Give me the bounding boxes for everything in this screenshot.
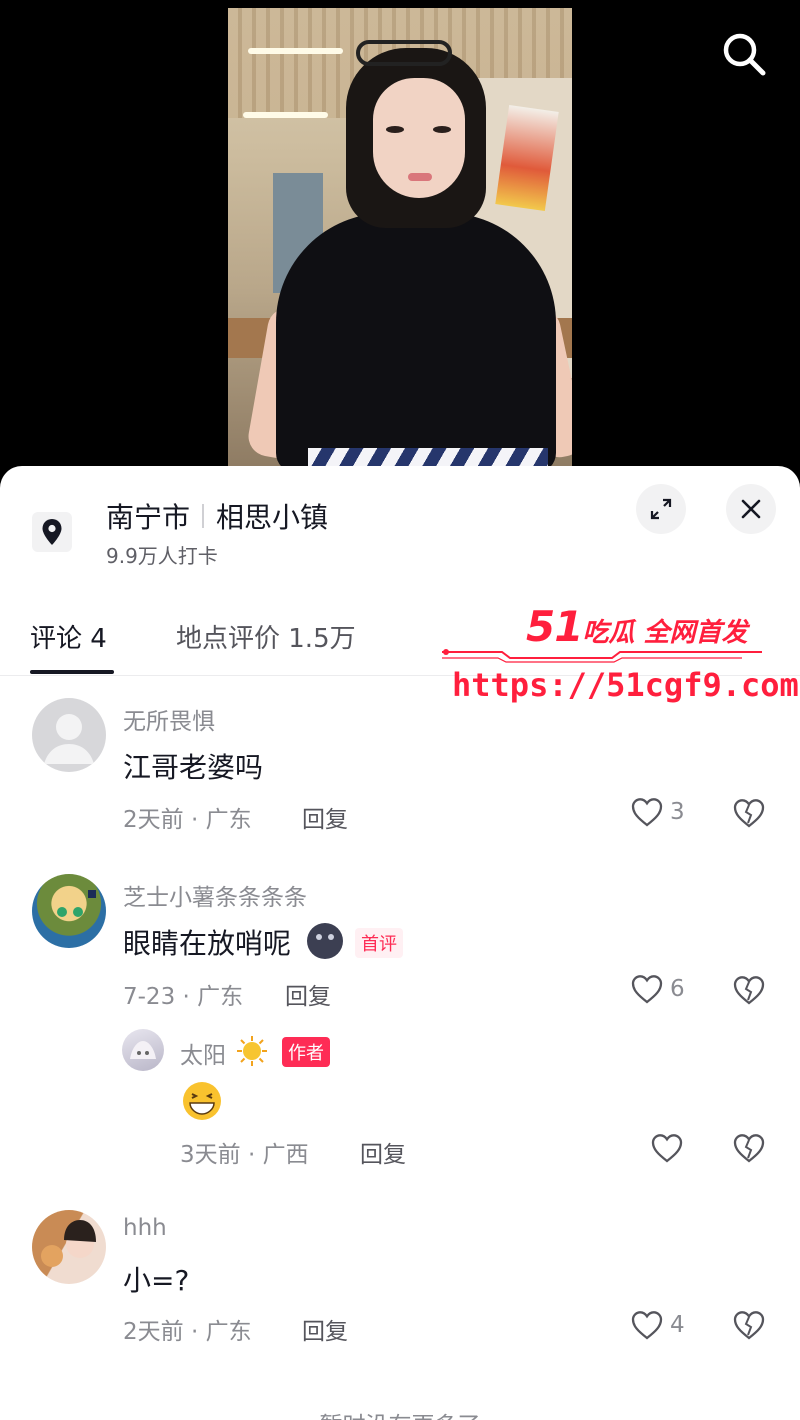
video-person-lips [408, 173, 432, 181]
watermark-brand-text: 吃瓜 全网首发 [582, 618, 748, 648]
anime-avatar-icon [57, 890, 96, 917]
sun-emoji-icon [237, 1036, 267, 1066]
location-city: 南宁市 [106, 501, 191, 534]
default-avatar-icon [44, 714, 94, 764]
avatar[interactable] [32, 874, 106, 948]
tab-active-indicator [30, 670, 114, 674]
video-person-eye [433, 126, 451, 133]
broken-heart-icon[interactable] [732, 1132, 766, 1164]
photo-avatar-icon [41, 1220, 96, 1267]
video-person-eye [386, 126, 404, 133]
first-comment-badge: 首评 [355, 928, 403, 958]
comment-text: 江哥老婆吗 [123, 751, 264, 784]
comment-username[interactable]: hhh [123, 1215, 167, 1241]
like-count: 6 [670, 976, 685, 1002]
watermark-url: https://51cgf9.com [452, 666, 799, 704]
anime-avatar-icon [130, 1041, 156, 1059]
avatar[interactable] [122, 1029, 164, 1071]
location-divider [202, 504, 205, 528]
watermark-brand-number: 51 [526, 602, 583, 651]
video-light [243, 112, 328, 118]
video-person-sunglasses [356, 40, 452, 66]
comment-meta: 2天前 · 广东 [123, 1319, 252, 1345]
avatar[interactable] [32, 1210, 106, 1284]
reply-username[interactable]: 太阳 [180, 1036, 226, 1070]
heart-icon [631, 975, 663, 1004]
reply-button[interactable]: 回复 [302, 800, 348, 834]
heart-icon [651, 1134, 683, 1163]
search-icon[interactable] [718, 28, 770, 80]
comment-username[interactable]: 芝士小薯条条条条 [123, 878, 307, 912]
reply-meta: 3天前 · 广西 [180, 1142, 309, 1168]
comment-meta: 7-23 · 广东 [123, 984, 244, 1010]
broken-heart-icon[interactable] [732, 797, 766, 829]
grin-emoji-icon [183, 1082, 221, 1120]
like-button[interactable] [650, 1132, 684, 1164]
heart-icon [631, 1311, 663, 1340]
location-place: 相思小镇 [216, 501, 329, 534]
video-light [248, 48, 343, 54]
like-button[interactable]: 4 [630, 1309, 685, 1341]
watermark-brand: 51吃瓜 全网首发 [526, 602, 748, 651]
expand-button[interactable] [636, 484, 686, 534]
comment-text: 眼睛在放哨呢 [123, 927, 292, 960]
close-button[interactable] [726, 484, 776, 534]
comment-sheet: 南宁市 相思小镇 9.9万人打卡 评论 4 地点评价 1.5万 51吃瓜 全网首… [0, 466, 800, 1420]
like-count: 4 [670, 1312, 685, 1338]
reply-button[interactable]: 回复 [285, 977, 331, 1011]
no-more-comments: 暂时没有更多了 [0, 1406, 800, 1420]
comment-text: 小=? [123, 1264, 190, 1297]
heart-icon [631, 798, 663, 827]
like-count: 3 [670, 799, 685, 825]
like-button[interactable]: 3 [630, 796, 685, 828]
location-pin-icon [32, 512, 72, 552]
tab-comments[interactable]: 评论 4 [30, 618, 107, 655]
comment-meta: 2天前 · 广东 [123, 807, 252, 833]
expand-icon [650, 498, 672, 520]
reply-button[interactable]: 回复 [302, 1312, 348, 1346]
watching-face-emoji-icon [307, 923, 343, 959]
avatar[interactable] [32, 698, 106, 772]
close-icon [741, 499, 761, 519]
comment-username[interactable]: 无所畏惧 [123, 702, 215, 736]
location-checkins: 9.9万人打卡 [106, 544, 218, 568]
video-thumbnail[interactable] [228, 8, 572, 474]
reply-button[interactable]: 回复 [360, 1135, 406, 1169]
broken-heart-icon[interactable] [732, 1309, 766, 1341]
tab-place-reviews[interactable]: 地点评价 1.5万 [176, 618, 356, 655]
author-badge: 作者 [282, 1037, 330, 1067]
location-title[interactable]: 南宁市 相思小镇 [106, 496, 328, 536]
video-person-shirt [276, 213, 556, 473]
broken-heart-icon[interactable] [732, 974, 766, 1006]
like-button[interactable]: 6 [630, 973, 685, 1005]
watermark-circuit-line [442, 649, 762, 663]
video-area[interactable] [0, 0, 800, 480]
